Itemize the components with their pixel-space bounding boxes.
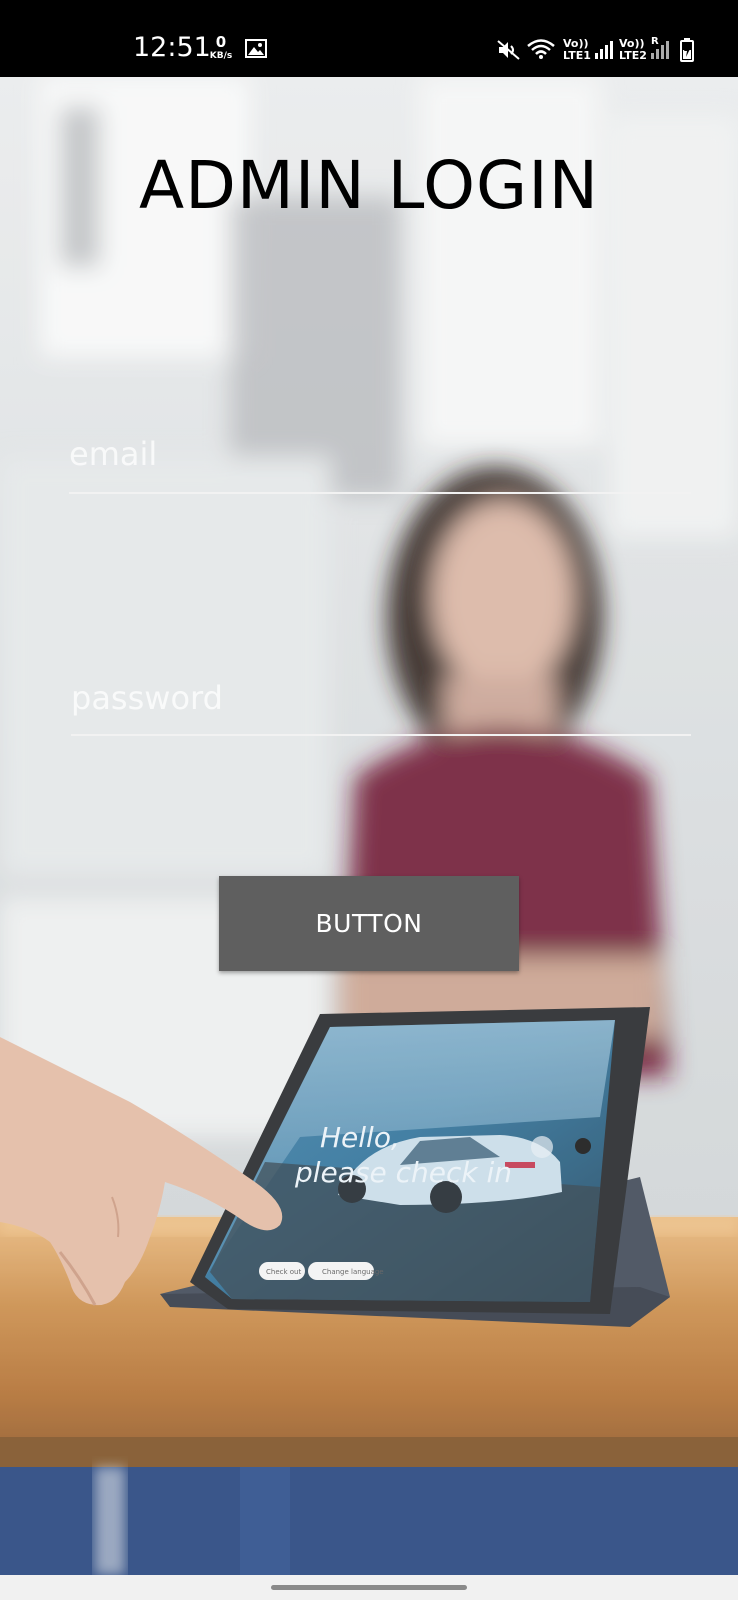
clock: 12:51 xyxy=(133,32,211,63)
image-icon xyxy=(245,39,267,58)
battery-charging-icon xyxy=(680,38,694,62)
signal-icon xyxy=(595,41,613,59)
home-gesture-handle[interactable] xyxy=(271,1585,467,1590)
network-speed-unit: KB/s xyxy=(209,51,233,61)
network-speed: 0 KB/s xyxy=(208,35,234,61)
signal-icon xyxy=(651,41,669,59)
wifi-icon xyxy=(527,39,555,59)
sim1-label: Vo)) LTE1 xyxy=(563,37,591,62)
network-speed-value: 0 xyxy=(215,33,227,51)
navigation-bar xyxy=(0,1575,738,1600)
login-screen: Hello, please check in Check out Change … xyxy=(0,77,738,1575)
background-photo: Hello, please check in Check out Change … xyxy=(0,77,738,1575)
login-button[interactable]: BUTTON xyxy=(219,876,519,971)
email-field[interactable] xyxy=(69,427,691,494)
mute-icon xyxy=(497,40,520,60)
password-field[interactable] xyxy=(71,674,691,736)
status-bar: 12:51 0 KB/s Vo)) LTE1 Vo)) LTE2 R xyxy=(0,0,738,77)
sim2-label: Vo)) LTE2 xyxy=(619,37,647,62)
page-title: ADMIN LOGIN xyxy=(138,147,600,224)
